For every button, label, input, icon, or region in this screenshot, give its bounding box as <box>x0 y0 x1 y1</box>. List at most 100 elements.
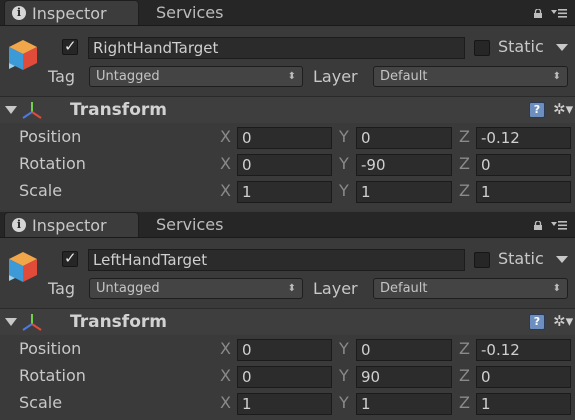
tab-services[interactable]: Services <box>150 212 270 237</box>
gear-icon[interactable]: ✲▾ <box>553 311 575 331</box>
info-icon: i <box>12 218 26 232</box>
static-checkbox[interactable] <box>474 40 490 56</box>
info-icon: i <box>12 6 26 20</box>
axis-z-label[interactable]: Z <box>459 127 470 147</box>
scale-z-field[interactable]: 1 <box>476 393 571 415</box>
axis-x-label[interactable]: X <box>220 366 231 386</box>
help-icon[interactable]: ? <box>529 102 545 118</box>
tag-dropdown[interactable]: Untagged ⬍ <box>89 278 303 299</box>
axis-y-label[interactable]: Y <box>339 339 349 359</box>
row-label: Rotation <box>19 366 86 385</box>
tag-label: Tag <box>48 279 76 298</box>
tag-label: Tag <box>48 67 76 86</box>
gear-icon[interactable]: ✲▾ <box>553 99 575 119</box>
lock-icon[interactable] <box>533 221 543 230</box>
tab-inspector[interactable]: i Inspector <box>4 212 139 237</box>
transform-row-rotation: Rotation X 0 Y -90 Z 0 <box>0 151 575 178</box>
axis-y-label[interactable]: Y <box>339 393 349 413</box>
axis-z-label[interactable]: Z <box>459 393 470 413</box>
rotation-z-field[interactable]: 0 <box>476 154 571 176</box>
layer-label: Layer <box>313 279 358 298</box>
inspector-panel-left: i Inspector Services ✓ LeftHandTarget St… <box>0 212 575 420</box>
axis-x-label[interactable]: X <box>220 339 231 359</box>
scale-z-field[interactable]: 1 <box>476 181 571 203</box>
transform-row-rotation: Rotation X 0 Y 90 Z 0 <box>0 363 575 390</box>
help-icon[interactable]: ? <box>529 314 545 330</box>
static-dropdown-arrow[interactable] <box>556 256 568 263</box>
tab-inspector[interactable]: i Inspector <box>4 0 139 25</box>
axis-y-label[interactable]: Y <box>339 181 349 201</box>
rotation-z-field[interactable]: 0 <box>476 366 571 388</box>
position-z-field[interactable]: -0.12 <box>476 127 571 149</box>
position-x-field[interactable]: 0 <box>237 339 332 361</box>
position-y-field[interactable]: 0 <box>356 339 452 361</box>
layer-dropdown[interactable]: Default ⬍ <box>373 66 568 87</box>
row-label: Position <box>19 127 82 146</box>
transform-header[interactable]: Transform ? ✲▾ <box>0 308 575 335</box>
gameobject-header: ✓ LeftHandTarget Static Tag Untagged ⬍ L… <box>0 238 575 306</box>
transform-axes-icon <box>22 102 42 119</box>
axis-x-label[interactable]: X <box>220 154 231 174</box>
active-checkbox[interactable]: ✓ <box>62 249 78 267</box>
check-icon: ✓ <box>64 37 77 55</box>
scale-y-field[interactable]: 1 <box>356 393 452 415</box>
axis-x-label[interactable]: X <box>220 181 231 201</box>
foldout-arrow-icon[interactable] <box>5 106 17 114</box>
updown-arrow-icon: ⬍ <box>552 283 561 294</box>
lock-icon[interactable] <box>533 9 543 18</box>
axis-y-label[interactable]: Y <box>339 127 349 147</box>
row-label: Position <box>19 339 82 358</box>
layer-dropdown[interactable]: Default ⬍ <box>373 278 568 299</box>
scale-y-field[interactable]: 1 <box>356 181 452 203</box>
axis-y-label[interactable]: Y <box>339 154 349 174</box>
position-z-field[interactable]: -0.12 <box>476 339 571 361</box>
tab-services-label: Services <box>156 215 224 234</box>
scale-x-field[interactable]: 1 <box>237 393 332 415</box>
layer-value: Default <box>380 69 428 84</box>
axis-y-label[interactable]: Y <box>339 366 349 386</box>
static-label: Static <box>498 37 544 56</box>
transform-row-position: Position X 0 Y 0 Z -0.12 <box>0 124 575 151</box>
rotation-y-field[interactable]: -90 <box>356 154 452 176</box>
position-x-field[interactable]: 0 <box>237 127 332 149</box>
transform-axes-icon <box>22 314 42 331</box>
menu-icon[interactable] <box>551 220 567 230</box>
tab-services[interactable]: Services <box>150 0 270 25</box>
static-dropdown-arrow[interactable] <box>556 44 568 51</box>
layer-value: Default <box>380 281 428 296</box>
gameobject-cube-icon <box>9 252 37 282</box>
axis-x-label[interactable]: X <box>220 393 231 413</box>
rotation-x-field[interactable]: 0 <box>237 154 332 176</box>
static-label: Static <box>498 249 544 268</box>
axis-z-label[interactable]: Z <box>459 366 470 386</box>
tab-inspector-label: Inspector <box>32 216 107 235</box>
axis-z-label[interactable]: Z <box>459 154 470 174</box>
inspector-panel-right: i Inspector Services ✓ RightHandTarget S… <box>0 0 575 210</box>
transform-row-scale: Scale X 1 Y 1 Z 1 <box>0 178 575 205</box>
position-y-field[interactable]: 0 <box>356 127 452 149</box>
axis-z-label[interactable]: Z <box>459 181 470 201</box>
layer-label: Layer <box>313 67 358 86</box>
tab-services-label: Services <box>156 3 224 22</box>
updown-arrow-icon: ⬍ <box>552 71 561 82</box>
rotation-x-field[interactable]: 0 <box>237 366 332 388</box>
menu-icon[interactable] <box>551 8 567 18</box>
active-checkbox[interactable]: ✓ <box>62 37 78 55</box>
tab-inspector-label: Inspector <box>32 4 107 23</box>
tab-bar: i Inspector Services <box>0 212 575 238</box>
check-icon: ✓ <box>64 249 77 267</box>
transform-header[interactable]: Transform ? ✲▾ <box>0 96 575 123</box>
rotation-y-field[interactable]: 90 <box>356 366 452 388</box>
static-checkbox[interactable] <box>474 252 490 268</box>
scale-x-field[interactable]: 1 <box>237 181 332 203</box>
foldout-arrow-icon[interactable] <box>5 318 17 326</box>
object-name-field[interactable]: RightHandTarget <box>88 37 465 59</box>
tag-dropdown[interactable]: Untagged ⬍ <box>89 66 303 87</box>
object-name-field[interactable]: LeftHandTarget <box>88 249 465 271</box>
tag-value: Untagged <box>96 69 160 84</box>
axis-x-label[interactable]: X <box>220 127 231 147</box>
transform-title: Transform <box>70 312 167 332</box>
axis-z-label[interactable]: Z <box>459 339 470 359</box>
row-label: Scale <box>19 393 63 412</box>
updown-arrow-icon: ⬍ <box>287 71 296 82</box>
